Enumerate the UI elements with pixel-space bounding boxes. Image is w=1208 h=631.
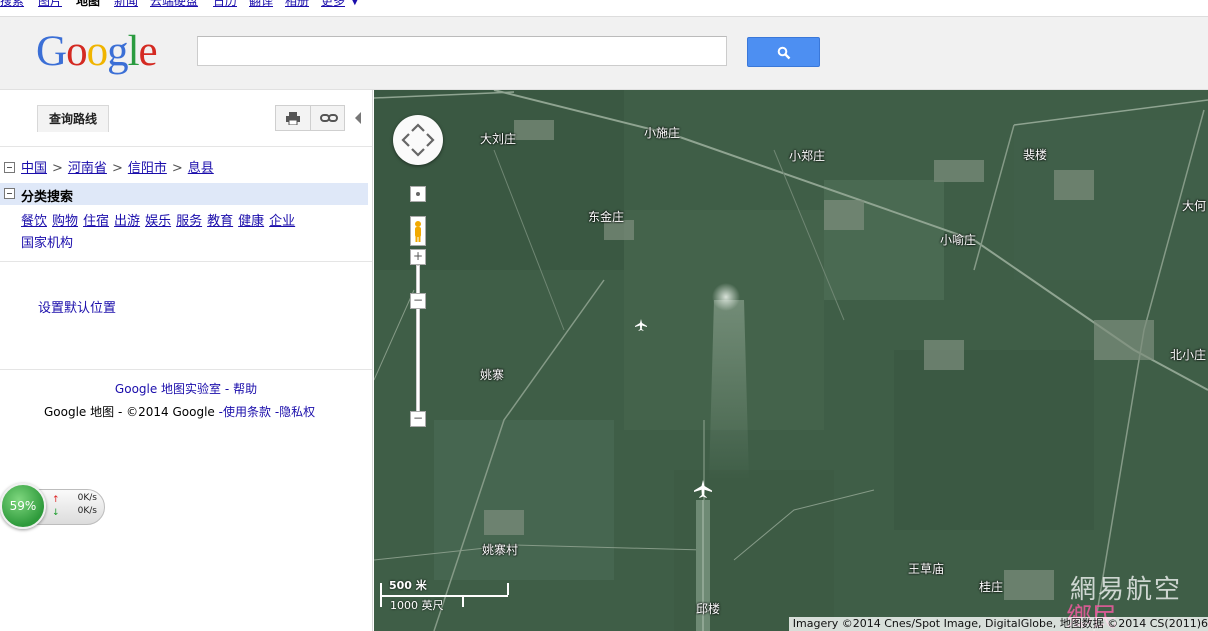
- search-icon: [777, 46, 791, 60]
- category-search-title: 分类搜索: [21, 190, 74, 205]
- category-link[interactable]: 住宿: [83, 214, 109, 229]
- breadcrumb: 中国 > 河南省 > 信阳市 > 息县: [4, 157, 214, 176]
- get-directions-tab[interactable]: 查询路线: [37, 105, 109, 132]
- footer-separator: -: [224, 382, 230, 396]
- map-copyright: Imagery ©2014 Cnes/Spot Image, DigitalGl…: [788, 617, 1208, 631]
- zoom-in-button[interactable]: +: [410, 249, 426, 265]
- breadcrumb-separator: >: [111, 161, 123, 176]
- header: Google: [0, 17, 1208, 90]
- scale-tick: [507, 583, 509, 595]
- print-icon[interactable]: [286, 112, 300, 125]
- divider: [0, 146, 372, 147]
- airport-icon[interactable]: [694, 480, 712, 498]
- map-place-label[interactable]: 王草庙: [908, 560, 944, 577]
- map-place-label[interactable]: 小郑庄: [789, 147, 825, 164]
- zoom-slider-track[interactable]: [416, 265, 420, 413]
- scale-metric: 500 米: [389, 579, 427, 592]
- map-place-label[interactable]: 东金庄: [588, 208, 624, 225]
- nav-item[interactable]: 搜索: [0, 0, 24, 8]
- divider: [0, 261, 372, 262]
- satellite-map[interactable]: 大刘庄 小施庄小郑庄 裴楼大何东金庄小喻庄北小庄姚寨姚寨村王草庙桂庄邱楼 + − −…: [374, 90, 1208, 631]
- map-place-label[interactable]: 大何: [1182, 197, 1206, 214]
- divider: [0, 369, 372, 370]
- airport-icon[interactable]: [635, 319, 647, 331]
- watermark: 網易航空 鄉民: [1066, 569, 1182, 631]
- nav-item[interactable]: 更多: [321, 0, 345, 8]
- breadcrumb-link[interactable]: 信阳市: [128, 161, 167, 176]
- nav-item[interactable]: 图片: [38, 0, 62, 8]
- download-speed: 0K/s: [77, 506, 97, 516]
- pegman-icon: [415, 221, 421, 242]
- upload-arrow-icon: ↑: [52, 495, 60, 505]
- toolbar: [275, 105, 345, 131]
- link-icon[interactable]: [320, 113, 338, 123]
- footer-legal: Google 地图 - ©2014 Google -使用条款 -隐私权: [44, 403, 315, 420]
- copyright-text: - ©2014 Google: [117, 405, 215, 419]
- search-button[interactable]: [747, 37, 820, 67]
- category-link[interactable]: 国家机构: [21, 236, 73, 251]
- google-logo[interactable]: Google: [36, 29, 158, 75]
- category-link[interactable]: 企业: [269, 214, 295, 229]
- breadcrumb-link[interactable]: 河南省: [68, 161, 107, 176]
- search-input[interactable]: [197, 36, 727, 66]
- nav-item[interactable]: 新闻: [114, 0, 138, 8]
- street-view-pegman[interactable]: [410, 216, 426, 246]
- breadcrumb-separator: >: [171, 161, 183, 176]
- category-link[interactable]: 健康: [238, 214, 264, 229]
- collapse-panel-icon[interactable]: [355, 112, 361, 124]
- nav-item[interactable]: 云端硬盘: [150, 0, 198, 8]
- upload-speed: 0K/s: [77, 493, 97, 503]
- map-place-label[interactable]: 小喻庄: [940, 231, 976, 248]
- category-search-header[interactable]: 分类搜索: [0, 183, 368, 205]
- category-link[interactable]: 购物: [52, 214, 78, 229]
- network-speed-widget[interactable]: 59% ↑ ↓ 0K/s 0K/s: [0, 483, 106, 529]
- scale-tick: [462, 595, 464, 607]
- map-place-label[interactable]: 姚寨村: [482, 541, 518, 558]
- pan-control[interactable]: [393, 115, 443, 165]
- maps-labs-link[interactable]: Google 地图实验室: [115, 382, 221, 396]
- nav-item[interactable]: 地图: [76, 0, 100, 8]
- terms-link[interactable]: 使用条款: [223, 405, 271, 419]
- collapse-icon[interactable]: [4, 188, 15, 199]
- map-place-label[interactable]: 姚寨: [480, 366, 504, 383]
- nav-item[interactable]: 相册: [285, 0, 309, 8]
- breadcrumb-link[interactable]: 中国: [21, 161, 47, 176]
- more-dropdown-icon[interactable]: ▼: [351, 0, 359, 9]
- category-links: 餐饮 购物 住宿 出游 娱乐 服务 教育 健康 企业国家机构: [21, 211, 331, 255]
- scale-tick: [380, 583, 382, 607]
- set-default-location-link[interactable]: 设置默认位置: [38, 297, 116, 316]
- privacy-link[interactable]: 隐私权: [279, 405, 315, 419]
- memory-percent-badge: 59%: [0, 483, 46, 529]
- footer-links: Google 地图实验室 - 帮助: [0, 380, 372, 397]
- sidebar: 查询路线 中国 > 河南省 > 信阳市 > 息县 分类搜索 餐饮 购物 住宿 出游 娱乐 服务 教育 健康…: [0, 90, 373, 631]
- scale-imperial: 1000 英尺: [390, 599, 444, 612]
- map-place-label[interactable]: 小施庄: [644, 124, 680, 141]
- nav-item[interactable]: 日历: [213, 0, 237, 8]
- zoom-home-button[interactable]: [410, 186, 426, 202]
- breadcrumb-separator: >: [52, 161, 63, 176]
- help-link[interactable]: 帮助: [233, 382, 257, 396]
- zoom-slider-handle[interactable]: −: [410, 293, 426, 309]
- category-link[interactable]: 娱乐: [145, 214, 171, 229]
- zoom-out-button[interactable]: −: [410, 411, 426, 427]
- category-link[interactable]: 教育: [207, 214, 233, 229]
- toolbar-divider: [310, 106, 311, 130]
- map-place-label[interactable]: 大刘庄: [480, 130, 516, 147]
- collapse-icon[interactable]: [4, 162, 15, 173]
- category-link[interactable]: 服务: [176, 214, 202, 229]
- map-scale: 500 米 1000 英尺: [380, 579, 510, 612]
- map-place-label[interactable]: 北小庄: [1170, 346, 1206, 363]
- category-link[interactable]: 出游: [114, 214, 140, 229]
- pan-arrows-icon[interactable]: [393, 115, 443, 165]
- maps-name: Google 地图: [44, 405, 115, 419]
- category-link[interactable]: 餐饮: [21, 214, 47, 229]
- top-nav: ▼ 搜索 图片 地图 新闻 云端硬盘 日历 翻译 相册 更多: [0, 0, 1208, 17]
- map-place-label[interactable]: 桂庄: [979, 578, 1003, 595]
- map-place-label[interactable]: 邱楼: [696, 600, 720, 617]
- map-place-label[interactable]: 裴楼: [1023, 146, 1047, 163]
- download-arrow-icon: ↓: [52, 508, 60, 518]
- nav-item[interactable]: 翻译: [249, 0, 273, 8]
- breadcrumb-link[interactable]: 息县: [188, 161, 214, 176]
